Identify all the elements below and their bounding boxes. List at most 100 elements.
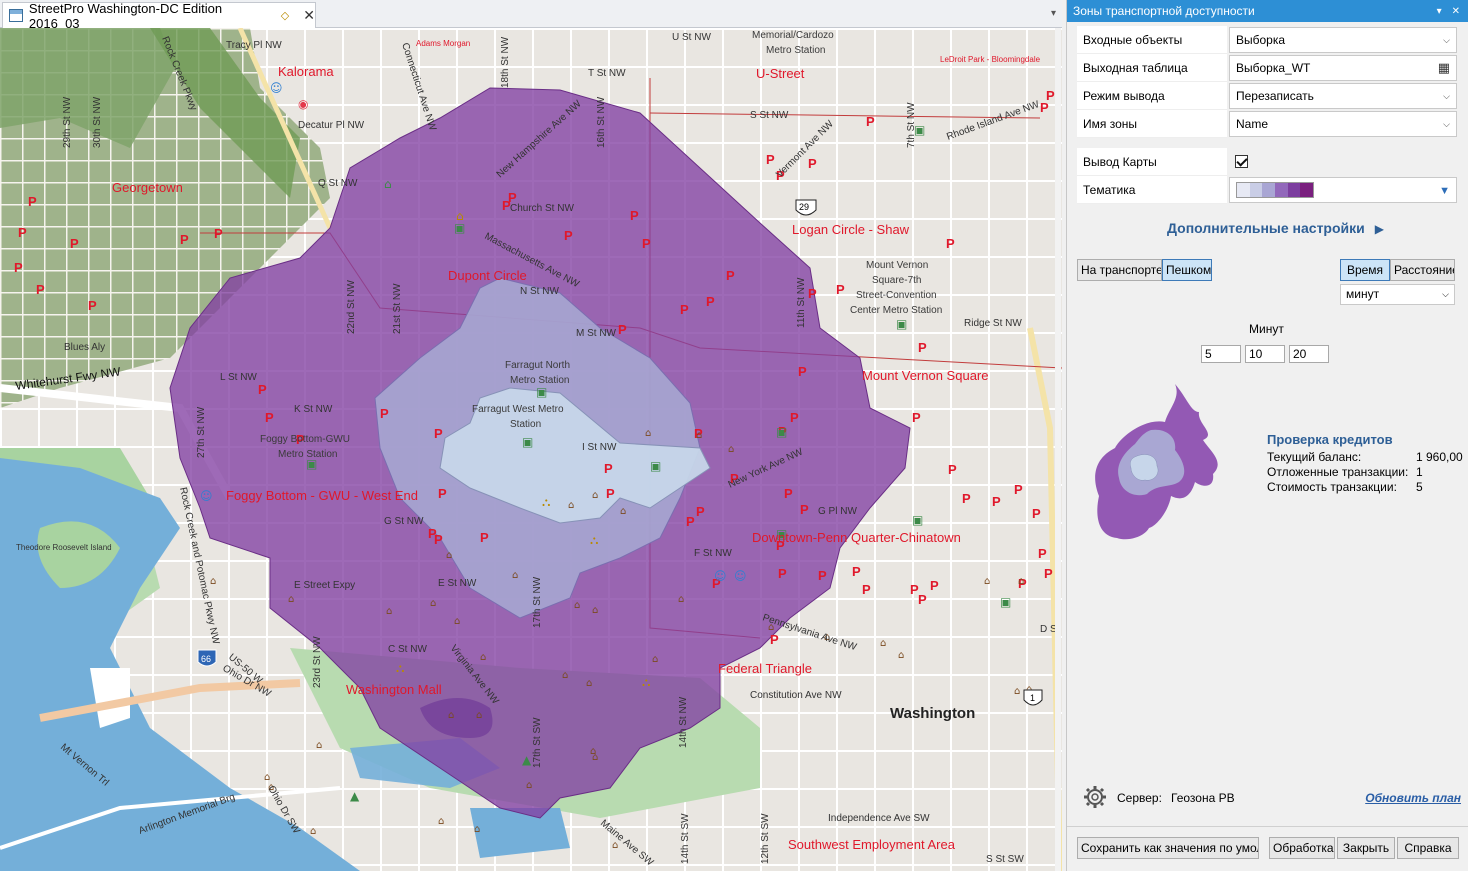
mode-walk-button[interactable]: Пешком	[1162, 259, 1212, 281]
svg-text:P: P	[770, 632, 779, 647]
gear-icon[interactable]	[1081, 784, 1109, 810]
svg-text:P: P	[686, 514, 695, 529]
svg-text:☺: ☺	[734, 569, 747, 583]
update-plan-link[interactable]: Обновить план	[1365, 791, 1461, 805]
svg-text:☺: ☺	[200, 489, 213, 503]
svg-text:30th St NW: 30th St NW	[92, 96, 103, 148]
pin-icon[interactable]: ◇	[281, 9, 289, 22]
svg-text:P: P	[836, 282, 845, 297]
svg-text:P: P	[696, 504, 705, 519]
svg-text:L St NW: L St NW	[220, 372, 257, 383]
measure-distance-button[interactable]: Расстояние	[1390, 259, 1455, 281]
svg-text:P: P	[1040, 100, 1049, 115]
label-mount-vernon-square: Mount Vernon Square	[862, 368, 988, 383]
svg-text:⌂: ⌂	[678, 594, 684, 605]
zone-name-row: Имя зоны Name ⌵	[1077, 110, 1457, 138]
map-svg: PPPP P P PPPPPP PPPP PP PPPPPP PPPPPP PPPPP…	[0, 28, 1062, 871]
expand-arrow-icon: ▶	[1374, 222, 1384, 236]
svg-text:▣: ▣	[522, 435, 533, 449]
svg-text:P: P	[946, 236, 955, 251]
svg-text:P: P	[258, 382, 267, 397]
svg-text:P: P	[818, 568, 827, 583]
theme-row: Тематика ▼	[1077, 176, 1457, 204]
svg-text:P: P	[630, 208, 639, 223]
credits-row: Текущий баланс: 1 960,00	[1267, 450, 1463, 464]
theme-select[interactable]: ▼	[1229, 177, 1457, 203]
svg-text:P: P	[862, 582, 871, 597]
map-output-checkbox[interactable]	[1235, 155, 1248, 168]
map-output-label: Вывод Карты	[1077, 148, 1227, 176]
server-row: Сервер: Геозона РВ Обновить план	[1081, 784, 1461, 810]
measure-time-button[interactable]: Время	[1340, 259, 1390, 281]
svg-text:Constitution Ave NW: Constitution Ave NW	[750, 690, 842, 701]
svg-text:T St NW: T St NW	[588, 68, 626, 79]
svg-text:⌂: ⌂	[984, 576, 990, 587]
svg-text:P: P	[1032, 506, 1041, 521]
panel-pin-icon[interactable]: ✕	[1452, 6, 1460, 17]
input-objects-select[interactable]: Выборка ⌵	[1229, 27, 1457, 53]
label-georgetown: Georgetown	[112, 180, 183, 195]
svg-text:⌂: ⌂	[476, 710, 482, 721]
output-mode-select[interactable]: Перезаписать ⌵	[1229, 83, 1457, 109]
svg-text:P: P	[28, 194, 37, 209]
svg-text:P: P	[480, 530, 489, 545]
output-table-input[interactable]: Выборка_WT ▦	[1229, 55, 1457, 81]
panel-header: Зоны транспортной доступности ▾ ✕	[1067, 0, 1468, 22]
svg-text:P: P	[14, 260, 23, 275]
save-defaults-button[interactable]: Сохранить как значения по умолчанию	[1077, 837, 1259, 859]
interval-2-input[interactable]: 10	[1245, 345, 1285, 363]
table-browse-icon[interactable]: ▦	[1438, 56, 1450, 80]
map-document-tab[interactable]: StreetPro Washington-DC Edition 2016_03 …	[2, 0, 316, 31]
svg-text:⌂: ⌂	[316, 740, 322, 751]
panel-title: Зоны транспортной доступности	[1073, 4, 1255, 18]
svg-text:⌂: ⌂	[880, 638, 886, 649]
svg-text:⌂: ⌂	[438, 816, 444, 827]
svg-text:⌂: ⌂	[384, 177, 392, 191]
mode-transport-button[interactable]: На транспорте	[1077, 259, 1162, 281]
svg-text:⌂: ⌂	[696, 430, 702, 441]
server-label: Сервер:	[1117, 791, 1162, 805]
svg-text:⌂: ⌂	[568, 500, 574, 511]
interval-3-input[interactable]: 20	[1289, 345, 1329, 363]
map-vertical-scrollbar[interactable]	[1055, 28, 1061, 871]
close-button[interactable]: Закрыть	[1337, 837, 1395, 859]
label-blues-aly: Blues Aly	[64, 342, 105, 353]
svg-text:7th St NW: 7th St NW	[906, 102, 917, 148]
svg-text:⌂: ⌂	[526, 780, 532, 791]
svg-text:⌂: ⌂	[620, 506, 626, 517]
advanced-settings-toggle[interactable]: Дополнительные настройки ▶	[1167, 220, 1384, 236]
close-tab-icon[interactable]: ✕	[303, 7, 315, 24]
svg-text:E St NW: E St NW	[438, 578, 477, 589]
zone-name-select[interactable]: Name ⌵	[1229, 111, 1457, 137]
output-mode-row: Режим вывода Перезаписать ⌵	[1077, 82, 1457, 110]
color-ramp-swatch	[1275, 183, 1288, 197]
svg-text:▣: ▣	[912, 513, 923, 527]
svg-text:⌂: ⌂	[728, 444, 734, 455]
document-tabbar: StreetPro Washington-DC Edition 2016_03 …	[0, 0, 1062, 31]
panel-menu-icon[interactable]: ▾	[1437, 6, 1442, 17]
help-button[interactable]: Справка	[1397, 837, 1459, 859]
process-button[interactable]: Обработка	[1269, 837, 1335, 859]
unit-select[interactable]: минут ⌵	[1340, 284, 1455, 305]
svg-text:P: P	[380, 406, 389, 421]
credits-row: Отложенные транзакции: 1	[1267, 465, 1423, 479]
map-document-title: StreetPro Washington-DC Edition 2016_03	[28, 0, 223, 31]
svg-text:⌂: ⌂	[474, 824, 480, 835]
map-canvas[interactable]: PPPPPP PPPPPP PPPPPP PPPPPP PPPPPP PPPPP…	[0, 28, 1062, 871]
svg-text:▲: ▲	[522, 753, 532, 767]
interval-1-input[interactable]: 5	[1201, 345, 1241, 363]
svg-text:LeDroit Park - Bloomingdale: LeDroit Park - Bloomingdale	[940, 55, 1041, 64]
svg-text:G Pl NW: G Pl NW	[818, 506, 857, 517]
svg-text:P: P	[438, 486, 447, 501]
tab-list-dropdown-icon[interactable]: ▾	[1051, 8, 1056, 19]
input-objects-label: Входные объекты	[1077, 26, 1227, 54]
svg-text:K St NW: K St NW	[294, 404, 333, 415]
svg-text:Church St NW: Church St NW	[510, 203, 574, 214]
isochrone-illustration-icon	[1095, 384, 1218, 540]
color-ramp	[1236, 182, 1314, 198]
svg-text:P: P	[606, 486, 615, 501]
svg-text:Q St NW: Q St NW	[318, 178, 358, 189]
svg-text:▣: ▣	[1000, 595, 1011, 609]
svg-text:U St NW: U St NW	[672, 32, 711, 43]
svg-text:P: P	[948, 462, 957, 477]
